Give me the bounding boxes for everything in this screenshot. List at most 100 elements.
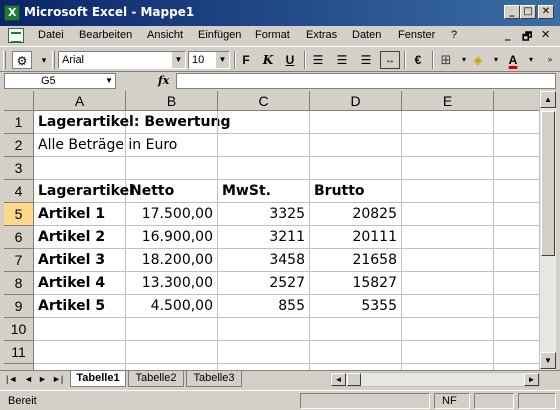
column-header-a[interactable]: A — [34, 91, 126, 111]
cell-a9[interactable]: Artikel 5 — [34, 295, 126, 318]
column-header-e[interactable]: E — [402, 91, 494, 111]
font-size-select[interactable]: 10 ▼ — [188, 51, 230, 69]
cell-c11[interactable] — [218, 341, 310, 364]
cell-f6[interactable] — [494, 226, 544, 249]
cell-f4[interactable] — [494, 180, 544, 203]
row-header-3[interactable]: 3 — [4, 157, 34, 180]
row-header-11[interactable]: 11 — [4, 341, 34, 364]
cell-b8[interactable]: 13.300,00 — [126, 272, 218, 295]
cell-a6[interactable]: Artikel 2 — [34, 226, 126, 249]
cell-e10[interactable] — [402, 318, 494, 341]
cell-c9[interactable]: 855 — [218, 295, 310, 318]
scroll-up-icon[interactable]: ▲ — [540, 91, 556, 108]
cell-e4[interactable] — [402, 180, 494, 203]
cell-d4[interactable]: Brutto — [310, 180, 402, 203]
cell-d1[interactable] — [310, 111, 402, 134]
cell-a4[interactable]: Lagerartikel — [34, 180, 134, 203]
cell-f8[interactable] — [494, 272, 544, 295]
cell-f5[interactable] — [494, 203, 544, 226]
cell-c7[interactable]: 3458 — [218, 249, 310, 272]
cell-d7[interactable]: 21658 — [310, 249, 402, 272]
cell-b5[interactable]: 17.500,00 — [126, 203, 218, 226]
menu-format[interactable]: Format — [255, 29, 290, 41]
cell-d5[interactable]: 20825 — [310, 203, 402, 226]
cell-a8[interactable]: Artikel 4 — [34, 272, 126, 295]
cell-a2[interactable]: Alle Beträge in Euro — [34, 134, 177, 157]
row-header-7[interactable]: 7 — [4, 249, 34, 272]
doc-restore-button[interactable]: 🗗 — [522, 28, 532, 47]
merge-center-icon[interactable]: ↔ — [380, 51, 400, 69]
cell-c5[interactable]: 3325 — [218, 203, 310, 226]
chevron-down-icon[interactable]: ▼ — [105, 76, 113, 85]
scroll-left-icon[interactable]: ◄ — [331, 373, 346, 386]
chevron-down-icon[interactable]: ▼ — [171, 52, 185, 68]
cell-d10[interactable] — [310, 318, 402, 341]
scroll-down-icon[interactable]: ▼ — [540, 352, 556, 369]
cell-f10[interactable] — [494, 318, 544, 341]
select-all-corner[interactable] — [4, 91, 34, 111]
fx-icon[interactable]: fx — [158, 74, 169, 87]
tab-tabelle1[interactable]: Tabelle1 — [70, 371, 126, 387]
cell-a5[interactable]: Artikel 1 — [34, 203, 126, 226]
vertical-scroll-thumb[interactable] — [541, 111, 555, 256]
cell-b10[interactable] — [126, 318, 218, 341]
name-box[interactable]: G5 ▼ — [4, 73, 116, 89]
column-header-b[interactable]: B — [126, 91, 218, 111]
menu-ansicht[interactable]: Ansicht — [147, 29, 183, 41]
cell-f3[interactable] — [494, 157, 544, 180]
cell-b11[interactable] — [126, 341, 218, 364]
cell-e5[interactable] — [402, 203, 494, 226]
row-header-8[interactable]: 8 — [4, 272, 34, 295]
cell-d3[interactable] — [310, 157, 402, 180]
menu-bearbeiten[interactable]: Bearbeiten — [79, 29, 132, 41]
first-sheet-icon[interactable]: |◄ — [6, 374, 17, 384]
row-header-2[interactable]: 2 — [4, 134, 34, 157]
formula-input[interactable] — [176, 73, 556, 89]
align-left-icon[interactable]: ☰ — [308, 51, 328, 69]
align-right-icon[interactable]: ☰ — [356, 51, 376, 69]
cell-d11[interactable] — [310, 341, 402, 364]
cell-f1[interactable] — [494, 111, 544, 134]
row-header-5[interactable]: 5 — [4, 203, 34, 226]
cell-d2[interactable] — [310, 134, 402, 157]
cell-c4[interactable]: MwSt. — [218, 180, 310, 203]
column-header-c[interactable]: C — [218, 91, 310, 111]
cell-a1[interactable]: Lagerartikel: Bewertung — [34, 111, 230, 134]
options-icon[interactable]: ⚙ — [12, 51, 32, 69]
cell-b3[interactable] — [126, 157, 218, 180]
tab-tabelle3[interactable]: Tabelle3 — [186, 371, 242, 387]
cell-c2[interactable] — [218, 134, 310, 157]
row-header-10[interactable]: 10 — [4, 318, 34, 341]
doc-minimize-button[interactable]: _ — [505, 28, 511, 41]
last-sheet-icon[interactable]: ►| — [52, 374, 63, 384]
cell-e3[interactable] — [402, 157, 494, 180]
borders-icon[interactable]: ⊞ — [436, 51, 456, 69]
menu-fenster[interactable]: Fenster — [398, 29, 435, 41]
horizontal-scrollbar[interactable]: ◄ ► — [330, 372, 540, 387]
vertical-scrollbar[interactable]: ▲ ▼ — [539, 91, 556, 370]
cell-c8[interactable]: 2527 — [218, 272, 310, 295]
menu-einfuegen[interactable]: Einfügen — [198, 29, 241, 41]
column-header-f[interactable] — [494, 91, 544, 111]
font-color-button[interactable]: A — [503, 51, 523, 69]
font-select[interactable]: Arial ▼ — [58, 51, 186, 69]
column-header-d[interactable]: D — [310, 91, 402, 111]
cell-f9[interactable] — [494, 295, 544, 318]
toolbar-grip-2[interactable] — [52, 51, 55, 69]
row-header-4[interactable]: 4 — [4, 180, 34, 203]
minimize-button[interactable]: _ — [504, 5, 520, 19]
doc-close-button[interactable]: ✕ — [541, 28, 550, 41]
chevron-down-icon[interactable]: ▾ — [521, 51, 541, 69]
menu-daten[interactable]: Daten — [352, 29, 381, 41]
cell-a3[interactable] — [34, 157, 126, 180]
row-header-6[interactable]: 6 — [4, 226, 34, 249]
cell-c10[interactable] — [218, 318, 310, 341]
cell-c6[interactable]: 3211 — [218, 226, 310, 249]
worksheet-grid[interactable]: A B C D E 1 2 3 4 5 6 7 8 9 10 11 12 Lag… — [4, 91, 556, 370]
next-sheet-icon[interactable]: ► — [38, 374, 47, 384]
chevron-down-icon[interactable]: ▼ — [215, 52, 229, 68]
horizontal-scroll-thumb[interactable] — [347, 373, 361, 386]
workbook-icon[interactable] — [8, 28, 24, 43]
row-header-9[interactable]: 9 — [4, 295, 34, 318]
cell-e11[interactable] — [402, 341, 494, 364]
